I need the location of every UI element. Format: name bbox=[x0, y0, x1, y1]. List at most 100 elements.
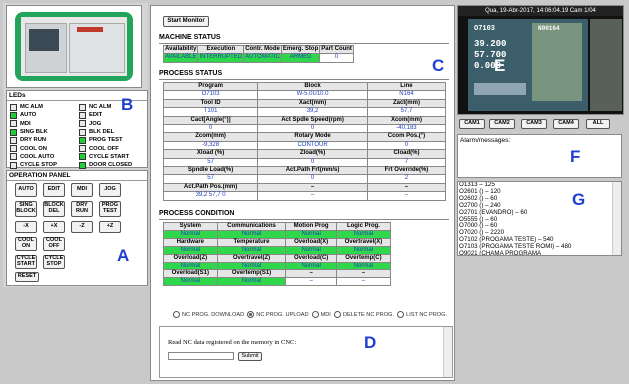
process-condition-header: Overload(C) bbox=[285, 253, 337, 263]
process-condition-value: Normal bbox=[216, 229, 287, 239]
led-item: DRY RUN bbox=[10, 136, 75, 144]
jog-button[interactable]: JOG bbox=[99, 183, 121, 197]
radio-delete[interactable] bbox=[333, 311, 341, 318]
process-status-value: 57 bbox=[162, 174, 259, 184]
auto-button[interactable]: AUTO bbox=[15, 183, 37, 197]
led-item: AUTO bbox=[10, 111, 75, 119]
radio-upload[interactable] bbox=[247, 311, 255, 318]
minus-x-button[interactable]: -X bbox=[15, 221, 37, 233]
process-condition-header: Overload(X) bbox=[285, 237, 337, 247]
submit-button[interactable]: Submit bbox=[238, 352, 262, 361]
process-condition-value: Normal bbox=[335, 245, 392, 255]
program-list-scrollbar[interactable] bbox=[612, 182, 621, 255]
block-delete-button[interactable]: BLOCK DEL bbox=[43, 201, 65, 217]
nc-data-input[interactable] bbox=[168, 352, 234, 360]
dry-run-button[interactable]: DRY RUN bbox=[71, 201, 93, 217]
label-letter-g: G bbox=[572, 190, 586, 209]
cycle-start-button[interactable]: CYCLE START bbox=[15, 255, 37, 269]
label-letter-f: F bbox=[570, 147, 581, 166]
process-status-value: 2 bbox=[366, 174, 447, 184]
process-status-header: Tool ID bbox=[162, 98, 259, 109]
process-status-value: CONTOUR bbox=[257, 140, 368, 151]
reset-button[interactable]: RESET bbox=[15, 272, 39, 282]
camera-value-1: 39.200 bbox=[474, 39, 507, 49]
led-item: COOL ON bbox=[10, 144, 75, 153]
process-condition-header: System bbox=[163, 222, 218, 231]
prog-test-button[interactable]: PROG TEST bbox=[99, 201, 121, 217]
radio-list[interactable] bbox=[397, 311, 405, 318]
plus-x-button[interactable]: +X bbox=[43, 221, 65, 233]
process-condition-value: – bbox=[285, 277, 337, 287]
process-status-header: Spndle Load(%) bbox=[162, 166, 259, 176]
process-status-header: Act.Path Frt(mm/s) bbox=[257, 166, 368, 176]
led-item: CYCLE START bbox=[79, 153, 144, 161]
cam3-button[interactable]: CAM3 bbox=[521, 119, 547, 129]
label-letter-c: C bbox=[432, 56, 445, 75]
all-cams-button[interactable]: ALL bbox=[586, 119, 610, 129]
radio-delete-label: DELETE NC PROG. bbox=[342, 311, 394, 318]
process-status-value: -40,183 bbox=[366, 124, 447, 134]
process-condition-header: Communications bbox=[216, 222, 287, 231]
start-monitor-button[interactable]: Start Monitor bbox=[163, 16, 209, 27]
process-status-header: Act.Path Pos.(mm) bbox=[162, 182, 259, 193]
program-list-item[interactable]: O9021 (CHAMA PROGRAMA bbox=[459, 250, 571, 255]
led-label: BLK DEL bbox=[89, 129, 115, 136]
mdi-button[interactable]: MDI bbox=[71, 183, 93, 197]
process-condition-value: Normal bbox=[216, 277, 287, 287]
process-status-value: 0 bbox=[366, 140, 447, 151]
process-condition-header: Temperature bbox=[216, 237, 287, 247]
led-indicator bbox=[79, 145, 86, 153]
radio-mdi[interactable] bbox=[311, 311, 319, 318]
cam4-button[interactable]: CAM4 bbox=[553, 119, 579, 129]
process-status-value: -9,328 bbox=[162, 140, 259, 151]
machine-status-header: Availability bbox=[162, 44, 199, 55]
edit-button[interactable]: EDIT bbox=[43, 183, 65, 197]
process-condition-header: – bbox=[285, 269, 337, 279]
process-status-header: Zload(%) bbox=[257, 149, 368, 159]
cool-on-button[interactable]: COOL ON bbox=[15, 237, 37, 251]
camera-prog: O7103 bbox=[474, 25, 496, 33]
process-status-value: 7 bbox=[366, 157, 447, 168]
process-condition-header: Overtravel(X) bbox=[335, 237, 392, 247]
camera-timestamp: Qua, 19-Abr-2017, 14:06:04.19 Cam 1/04 bbox=[458, 6, 623, 16]
led-label: COOL AUTO bbox=[20, 153, 55, 160]
process-condition-value: – bbox=[335, 277, 392, 287]
cool-off-button[interactable]: COOL OFF bbox=[43, 237, 65, 251]
machine-image-panel bbox=[6, 5, 142, 88]
radio-download-label: NC PROG. DOWNLOAD bbox=[182, 311, 245, 318]
process-condition-value: Normal bbox=[285, 261, 337, 271]
process-condition-header: Logic Prog. bbox=[335, 222, 392, 231]
nc-panel-scrollbar[interactable] bbox=[443, 327, 452, 377]
process-status-value: 57,7 bbox=[366, 107, 447, 117]
process-status-divider bbox=[159, 79, 449, 80]
process-status-header: Zcom(mm) bbox=[162, 132, 259, 142]
single-block-button[interactable]: SING BLOCK bbox=[15, 201, 37, 217]
cam1-button[interactable]: CAM1 bbox=[459, 119, 485, 129]
cycle-stop-button[interactable]: CYCLE STOP bbox=[43, 255, 65, 269]
led-indicator bbox=[10, 153, 17, 161]
minus-z-button[interactable]: -Z bbox=[71, 221, 93, 233]
process-condition-value: Normal bbox=[216, 261, 287, 271]
led-indicator bbox=[79, 161, 86, 169]
camera-block: N00164 bbox=[538, 25, 560, 32]
process-status-value: 39,2 bbox=[257, 107, 368, 117]
process-condition-value: Normal bbox=[216, 245, 287, 255]
camera-screen-block bbox=[532, 23, 582, 101]
machine-status-value: AVAILABLE bbox=[162, 53, 199, 63]
led-indicator bbox=[10, 136, 17, 144]
cam2-button[interactable]: CAM2 bbox=[489, 119, 515, 129]
alarm-label: Alarm/messages: bbox=[460, 137, 511, 144]
led-label: COOL OFF bbox=[89, 145, 119, 152]
process-status-title: PROCESS STATUS bbox=[159, 70, 223, 77]
plus-z-button[interactable]: +Z bbox=[99, 221, 121, 233]
process-condition-divider bbox=[159, 219, 449, 220]
process-status-value: 57 bbox=[162, 157, 259, 168]
led-label: DOOR CLOSED bbox=[89, 162, 133, 169]
led-item: BLK DEL bbox=[79, 128, 144, 136]
camera-buttons: CAM1 CAM2 CAM3 CAM4 ALL bbox=[459, 119, 619, 131]
process-condition-value: Normal bbox=[285, 229, 337, 239]
camera-screen: O7103 39.200 57.700 0.000 N00164 bbox=[468, 19, 588, 111]
machine-status-header: Contr. Mode bbox=[243, 44, 282, 55]
radio-download[interactable] bbox=[173, 311, 180, 318]
led-label: JOG bbox=[89, 120, 102, 127]
